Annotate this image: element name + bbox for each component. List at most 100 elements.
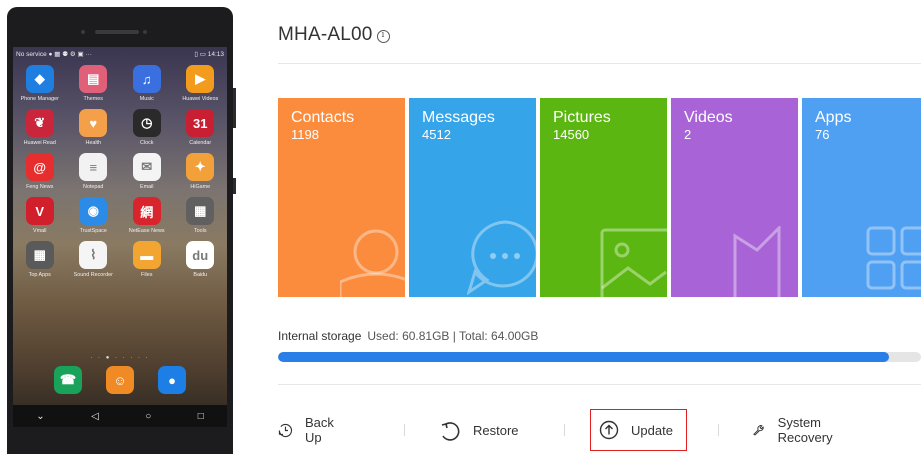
tile-count: 2 — [684, 127, 692, 142]
phone-app-label: Music — [139, 96, 154, 102]
play-icon: ▶ — [186, 65, 215, 93]
storage-summary: Internal storage Used: 60.81GB | Total: 6… — [278, 329, 538, 343]
action-divider — [564, 424, 565, 436]
gamepad-icon: ✦ — [186, 153, 215, 181]
music-icon: ♫ — [132, 65, 161, 93]
phone-icon: ☎ — [54, 366, 82, 394]
phone-app-label: Email — [140, 184, 154, 190]
tile-contacts[interactable]: Contacts 1198 — [278, 98, 405, 297]
trust-icon: ◉ — [79, 197, 108, 225]
status-left: No service ● ▦ ⚉ ⚙ ▣ ··· — [16, 50, 92, 58]
device-title: MHA-AL00 — [278, 24, 390, 46]
phone-power-button — [233, 178, 236, 194]
phone-nav-bar: ⌄ ◁ ○ □ — [13, 405, 227, 427]
phone-app: ▤ Themes — [67, 65, 121, 102]
news-icon: @ — [25, 153, 54, 181]
front-camera — [81, 30, 85, 34]
restore-icon — [441, 421, 460, 441]
phone-app-label: Notepad — [83, 184, 104, 190]
storage-label: Internal storage — [278, 329, 362, 343]
phone-dock: ☎ ☺ ● — [13, 366, 227, 394]
tile-name: Apps — [815, 109, 852, 126]
storage-progress-bar — [278, 352, 921, 362]
heart-icon: ♥ — [79, 109, 108, 137]
vmall-icon: V — [25, 197, 54, 225]
netease-icon: 網 — [132, 197, 161, 225]
pictures-icon — [600, 228, 667, 297]
tile-apps[interactable]: Apps 76 — [802, 98, 921, 297]
tile-count: 1198 — [291, 127, 319, 142]
system-recovery-button[interactable]: System Recovery — [752, 409, 841, 451]
storage-progress-fill — [278, 352, 889, 362]
phone-app-label: Huawei Videos — [182, 96, 219, 102]
phone-app: ▦ Tools — [174, 197, 228, 234]
contacts-icon: ☺ — [106, 366, 134, 394]
phone-status-bar: No service ● ▦ ⚉ ⚙ ▣ ··· ▯ ▭ 14:13 — [13, 47, 227, 60]
recorder-icon: ⌇ — [79, 241, 108, 269]
tile-name: Pictures — [553, 109, 611, 126]
phone-app: @ Feng News — [13, 153, 67, 190]
restore-button[interactable]: Restore — [440, 409, 519, 451]
action-divider — [718, 424, 719, 436]
tile-videos[interactable]: Videos 2 — [671, 98, 798, 297]
tile-name: Videos — [684, 109, 733, 126]
mail-icon: ✉ — [132, 153, 161, 181]
phone-app: ≡ Notepad — [67, 153, 121, 190]
phone-speaker — [81, 29, 161, 35]
speaker-grill — [95, 30, 139, 34]
phone-app-label: Clock — [140, 140, 154, 146]
category-tiles: Contacts 1198 Messages 4512 Pictures 145… — [278, 98, 921, 297]
tile-messages[interactable]: Messages 4512 — [409, 98, 536, 297]
phone-app-label: Top Apps — [28, 272, 51, 278]
status-right: ▯ ▭ 14:13 — [194, 50, 224, 58]
phone-app: ◷ Clock — [120, 109, 174, 146]
phone-app: ▦ Top Apps — [13, 241, 67, 278]
backup-button[interactable]: Back Up — [278, 409, 340, 451]
upload-icon — [599, 420, 619, 440]
themes-icon: ▤ — [79, 65, 108, 93]
phone-app-label: Health — [85, 140, 102, 146]
phone-app-label: NetEase News — [128, 228, 165, 234]
shield-icon: ◆ — [25, 65, 54, 93]
tools-icon: ▦ — [186, 197, 215, 225]
phone-app-label: Vmall — [33, 228, 47, 234]
phone-app-label: Sound Recorder — [73, 272, 113, 278]
phone-app: du Baidu — [174, 241, 228, 278]
phone-app-label: Calendar — [189, 140, 212, 146]
phone-app: ◆ Phone Manager — [13, 65, 67, 102]
nav-back-icon: ◁ — [91, 410, 99, 422]
messages-icon — [467, 220, 536, 296]
phone-app: ◉ TrustSpace — [67, 197, 121, 234]
phone-app: ▶ Huawei Videos — [174, 65, 228, 102]
restore-label: Restore — [473, 422, 519, 438]
divider — [278, 384, 921, 385]
tile-pictures[interactable]: Pictures 14560 — [540, 98, 667, 297]
phone-preview: No service ● ▦ ⚉ ⚙ ▣ ··· ▯ ▭ 14:13 ◆ Phon… — [7, 7, 233, 454]
phone-app-label: Phone Manager — [20, 96, 59, 102]
tile-count: 14560 — [553, 127, 590, 142]
phone-volume-button — [233, 88, 236, 128]
phone-app-label: TrustSpace — [79, 228, 107, 234]
tile-count: 76 — [815, 127, 830, 142]
phone-app-label: Huawei Read — [23, 140, 56, 146]
nav-recent-icon: □ — [197, 410, 204, 422]
wrench-icon — [753, 425, 764, 436]
videos-icon — [733, 226, 781, 297]
notepad-icon: ≡ — [79, 153, 108, 181]
phone-app-label: Feng News — [26, 184, 54, 190]
phone-app: ♥ Health — [67, 109, 121, 146]
phone-app: ❦ Huawei Read — [13, 109, 67, 146]
phone-app-grid: ◆ Phone Manager ▤ Themes ♫ Music ▶ Huawei Video… — [13, 65, 227, 278]
phone-app: ✉ Email — [120, 153, 174, 190]
info-icon[interactable] — [376, 29, 390, 43]
update-button[interactable]: Update — [590, 409, 687, 451]
app-window: No service ● ▦ ⚉ ⚙ ▣ ··· ▯ ▭ 14:13 ◆ Phon… — [0, 0, 921, 454]
nav-home-icon: ○ — [145, 410, 152, 422]
clock-icon: ◷ — [132, 109, 161, 137]
backup-label: Back Up — [304, 415, 334, 445]
phone-app: ✦ HiGame — [174, 153, 228, 190]
phone-app-label: Baidu — [193, 272, 208, 278]
phone-app: 31 Calendar — [174, 109, 228, 146]
phone-app: ⌇ Sound Recorder — [67, 241, 121, 278]
page-indicator: · · ● · · · · · — [90, 355, 150, 361]
